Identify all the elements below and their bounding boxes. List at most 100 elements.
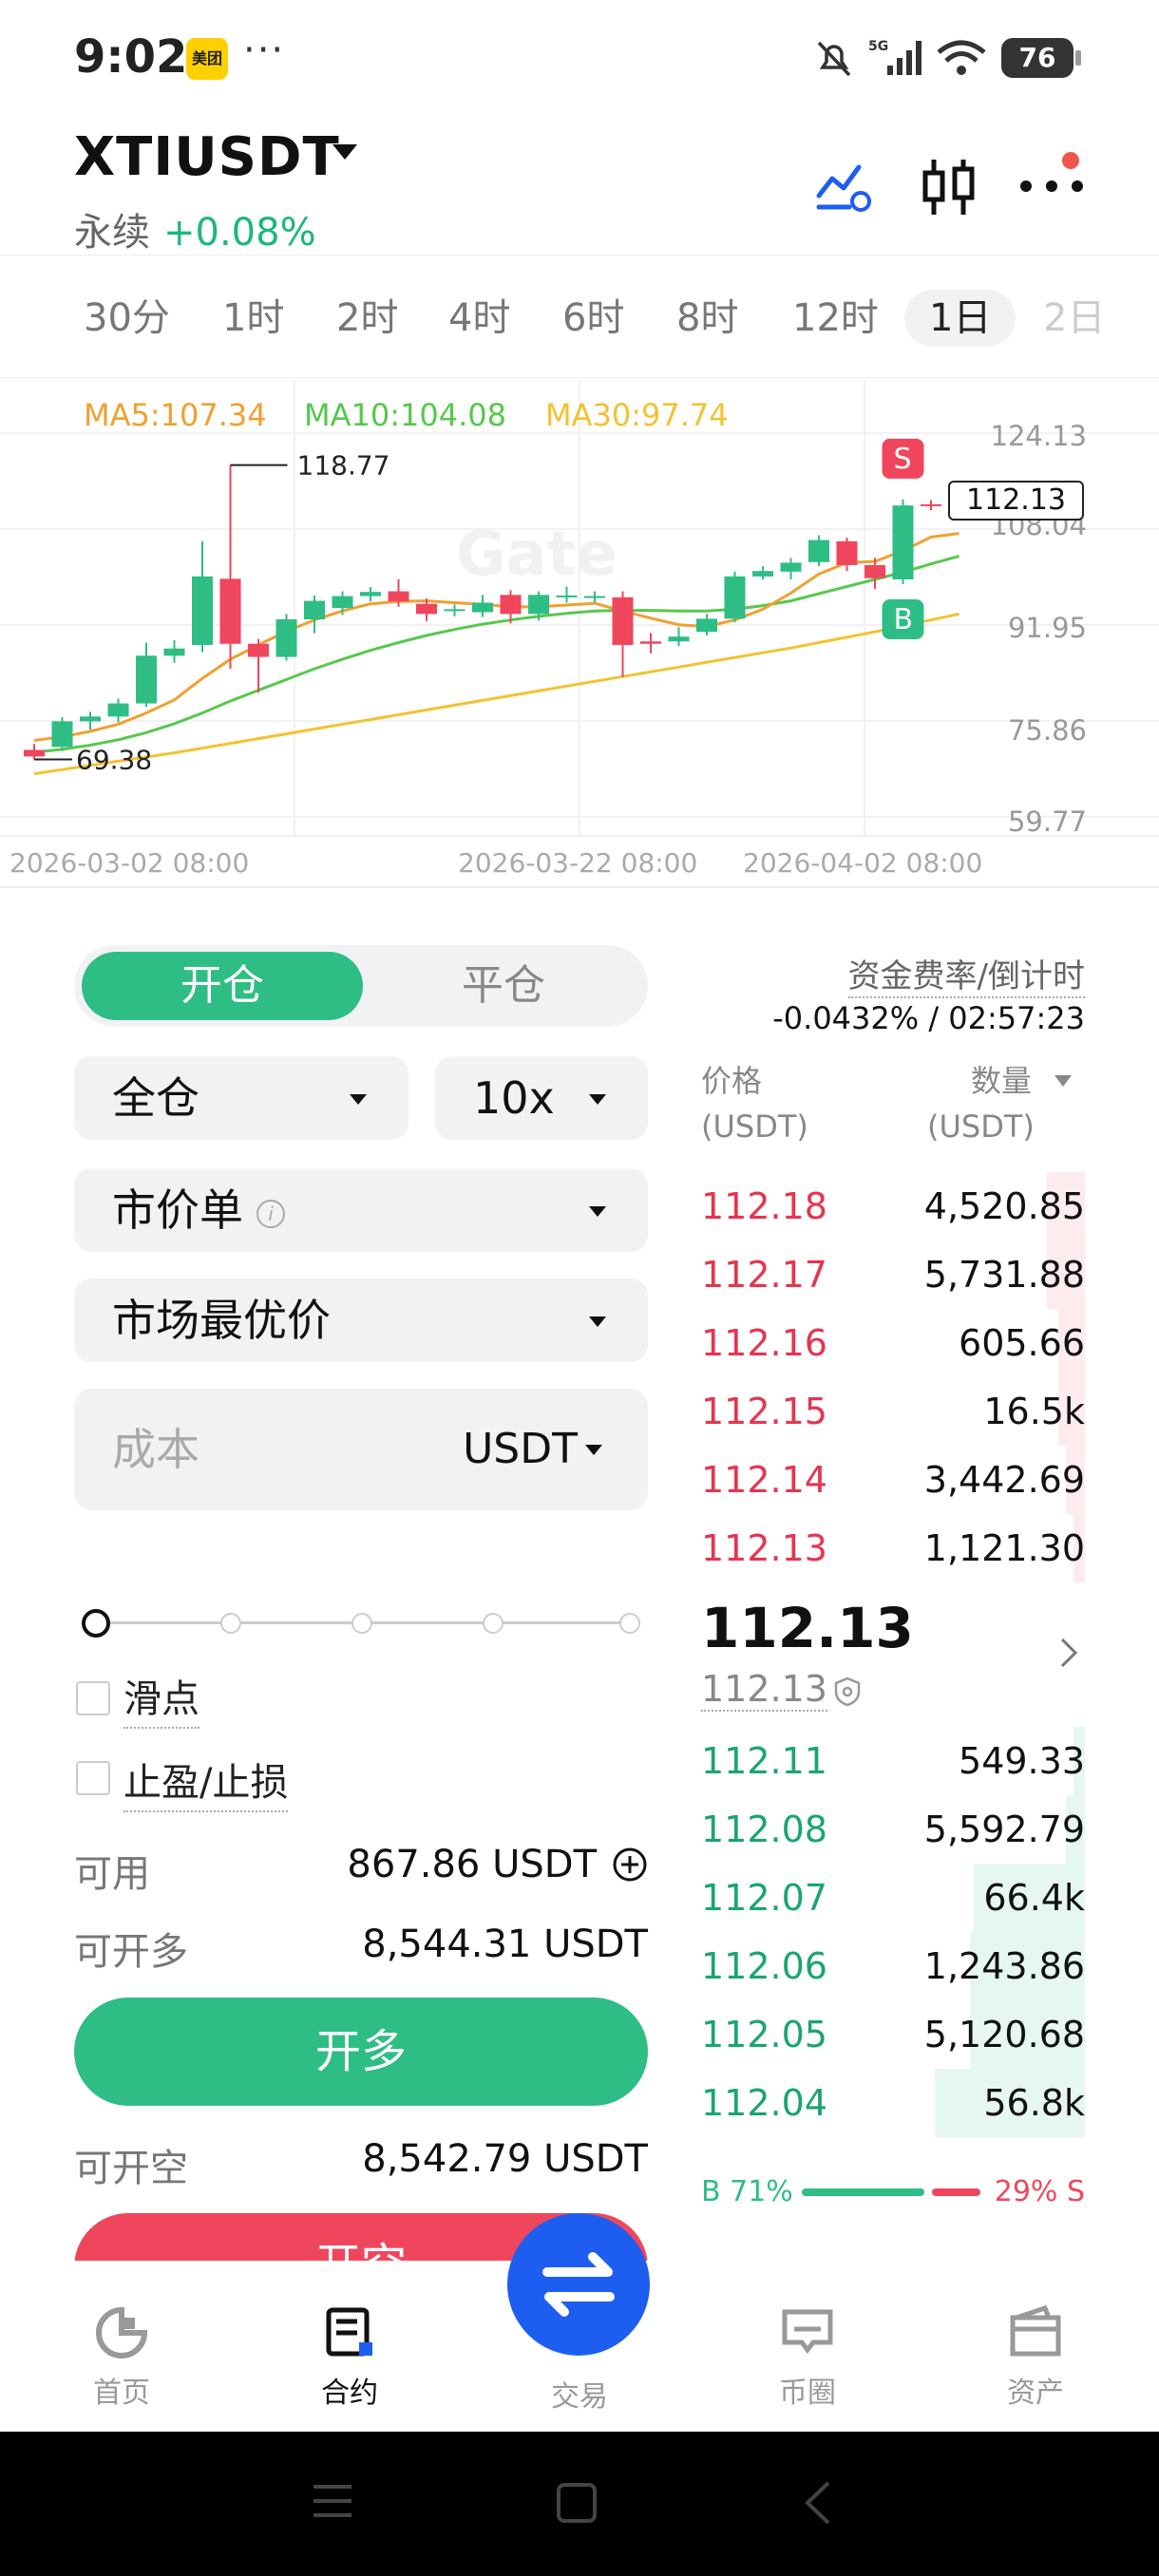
candle-body bbox=[276, 619, 297, 657]
gate-watermark: Gate bbox=[456, 520, 618, 590]
nav-home[interactable]: 首页 bbox=[46, 2304, 198, 2411]
back-icon[interactable] bbox=[800, 2479, 834, 2527]
ask-row[interactable]: 112.18 4,520.85 bbox=[701, 1172, 1085, 1241]
home-square-icon[interactable] bbox=[555, 2481, 598, 2525]
margin-mode-select[interactable]: 全仓 bbox=[74, 1056, 408, 1140]
book-price: 112.11 bbox=[701, 1740, 827, 1782]
x-tick-label: 2026-04-02 08:00 bbox=[743, 847, 983, 879]
book-price: 112.04 bbox=[701, 2082, 827, 2124]
slider-step[interactable] bbox=[483, 1613, 504, 1634]
nav-assets[interactable]: 资产 bbox=[960, 2304, 1112, 2411]
indicator-chart-icon[interactable] bbox=[815, 158, 874, 217]
bid-row[interactable]: 112.11 549.33 bbox=[701, 1727, 1085, 1795]
max-short-label: 可开空 bbox=[74, 2147, 188, 2190]
pair-dropdown-icon[interactable] bbox=[332, 144, 357, 160]
ask-row[interactable]: 112.13 1,121.30 bbox=[701, 1514, 1085, 1582]
book-quantity: 4,520.85 bbox=[923, 1185, 1085, 1227]
order-type-select[interactable]: 市价单 i bbox=[74, 1168, 648, 1252]
add-funds-icon[interactable] bbox=[612, 1847, 648, 1883]
ask-row[interactable]: 112.16 605.66 bbox=[701, 1309, 1085, 1377]
candle-body bbox=[752, 571, 773, 577]
community-icon bbox=[782, 2309, 833, 2355]
chevron-down-icon bbox=[589, 1206, 606, 1217]
bid-row[interactable]: 112.04 56.8k bbox=[701, 2069, 1085, 2137]
cost-unit-select[interactable]: USDT bbox=[463, 1389, 578, 1510]
book-price: 112.13 bbox=[701, 1527, 827, 1569]
bid-row[interactable]: 112.06 1,243.86 bbox=[701, 1932, 1085, 2000]
book-price: 112.05 bbox=[701, 2014, 827, 2055]
candle-body bbox=[556, 595, 578, 597]
book-quantity: 1,121.30 bbox=[923, 1527, 1085, 1569]
candlestick-icon[interactable] bbox=[920, 154, 978, 220]
tab-2d[interactable]: 2日 bbox=[1043, 290, 1100, 347]
buy-ratio-bar bbox=[802, 2188, 924, 2196]
candle-body bbox=[360, 592, 381, 597]
info-icon[interactable]: i bbox=[256, 1199, 285, 1228]
tp-sl-label[interactable]: 止盈/止损 bbox=[124, 1752, 289, 1812]
nav-futures[interactable]: 合约 bbox=[274, 2304, 426, 2411]
pair-title[interactable]: XTIUSDT bbox=[74, 126, 340, 188]
ask-row[interactable]: 112.15 16.5k bbox=[701, 1377, 1085, 1446]
ask-row[interactable]: 112.17 5,731.88 bbox=[701, 1241, 1085, 1309]
funding-rate-label[interactable]: 资金费率/倒计时 bbox=[847, 950, 1085, 998]
slider-step[interactable] bbox=[619, 1613, 640, 1634]
candlestick-chart[interactable]: Gate 118.77 69.38 S B bbox=[0, 378, 1159, 891]
candle-body bbox=[192, 576, 213, 646]
qty-column-header[interactable]: 数量 (USDT) bbox=[927, 1058, 1035, 1149]
ask-row[interactable]: 112.14 3,442.69 bbox=[701, 1446, 1085, 1514]
nav-assets-label: 资产 bbox=[1007, 2377, 1064, 2410]
book-quantity: 549.33 bbox=[959, 1740, 1085, 1782]
chevron-down-icon[interactable] bbox=[1053, 1073, 1074, 1089]
bid-row[interactable]: 112.05 5,120.68 bbox=[701, 2000, 1085, 2069]
candle-body bbox=[332, 596, 353, 609]
available-label: 可用 bbox=[74, 1852, 150, 1896]
nav-trade[interactable]: 交易 bbox=[504, 2373, 656, 2415]
tab-4h[interactable]: 4时 bbox=[448, 290, 510, 347]
book-quantity: 16.5k bbox=[983, 1391, 1085, 1432]
qty-header-unit: (USDT) bbox=[927, 1108, 1035, 1145]
more-options-icon[interactable] bbox=[1018, 177, 1085, 196]
tab-30m[interactable]: 30分 bbox=[84, 290, 170, 347]
price-type-value: 市场最优价 bbox=[112, 1295, 331, 1346]
tab-8h[interactable]: 8时 bbox=[676, 290, 738, 347]
leverage-select[interactable]: 10x bbox=[435, 1056, 648, 1140]
cost-input[interactable]: 成本 USDT bbox=[74, 1389, 648, 1510]
notification-dot bbox=[1062, 152, 1079, 169]
candle-body bbox=[248, 643, 269, 657]
slippage-label[interactable]: 滑点 bbox=[124, 1668, 200, 1729]
tab-12h[interactable]: 12时 bbox=[792, 290, 879, 347]
candle-body bbox=[163, 648, 185, 656]
available-value: 867.86 USDT bbox=[347, 1843, 597, 1886]
book-price: 112.18 bbox=[701, 1185, 827, 1227]
pair-subtitle: 永续 +0.08% bbox=[74, 201, 316, 256]
wallet-icon bbox=[1010, 2304, 1061, 2357]
bid-row[interactable]: 112.07 66.4k bbox=[701, 1864, 1085, 1932]
slippage-checkbox[interactable] bbox=[76, 1681, 110, 1715]
trade-swap-button[interactable] bbox=[507, 2213, 650, 2356]
chevron-right-icon[interactable] bbox=[1058, 1636, 1079, 1670]
status-bar: 9:02 美团 ··· 5G 76 bbox=[0, 0, 1159, 119]
bid-row[interactable]: 112.08 5,592.79 bbox=[701, 1795, 1085, 1864]
tab-open-position[interactable]: 开仓 bbox=[82, 952, 363, 1020]
tab-2h[interactable]: 2时 bbox=[336, 290, 398, 347]
amount-slider[interactable] bbox=[82, 1609, 640, 1638]
candle-body bbox=[780, 562, 802, 572]
tp-sl-checkbox[interactable] bbox=[76, 1761, 110, 1795]
slider-step[interactable] bbox=[352, 1613, 372, 1634]
price-type-select[interactable]: 市场最优价 bbox=[74, 1279, 648, 1362]
book-price: 112.08 bbox=[701, 1809, 827, 1850]
tab-1h[interactable]: 1时 bbox=[222, 290, 284, 347]
battery-indicator: 76 bbox=[1001, 38, 1081, 78]
slider-handle[interactable] bbox=[82, 1609, 110, 1638]
nav-community[interactable]: 币圈 bbox=[732, 2304, 884, 2411]
tab-close-position[interactable]: 平仓 bbox=[363, 952, 644, 1020]
menu-icon[interactable] bbox=[310, 2479, 355, 2523]
tab-1d[interactable]: 1日 bbox=[904, 290, 1016, 347]
candle-body bbox=[696, 618, 717, 633]
y-tick-label: 91.95 bbox=[1007, 612, 1087, 644]
slider-step[interactable] bbox=[220, 1613, 241, 1634]
cost-placeholder: 成本 bbox=[112, 1424, 200, 1475]
candle-body bbox=[444, 609, 466, 612]
tab-6h[interactable]: 6时 bbox=[562, 290, 624, 347]
open-long-button[interactable]: 开多 bbox=[74, 1998, 648, 2106]
